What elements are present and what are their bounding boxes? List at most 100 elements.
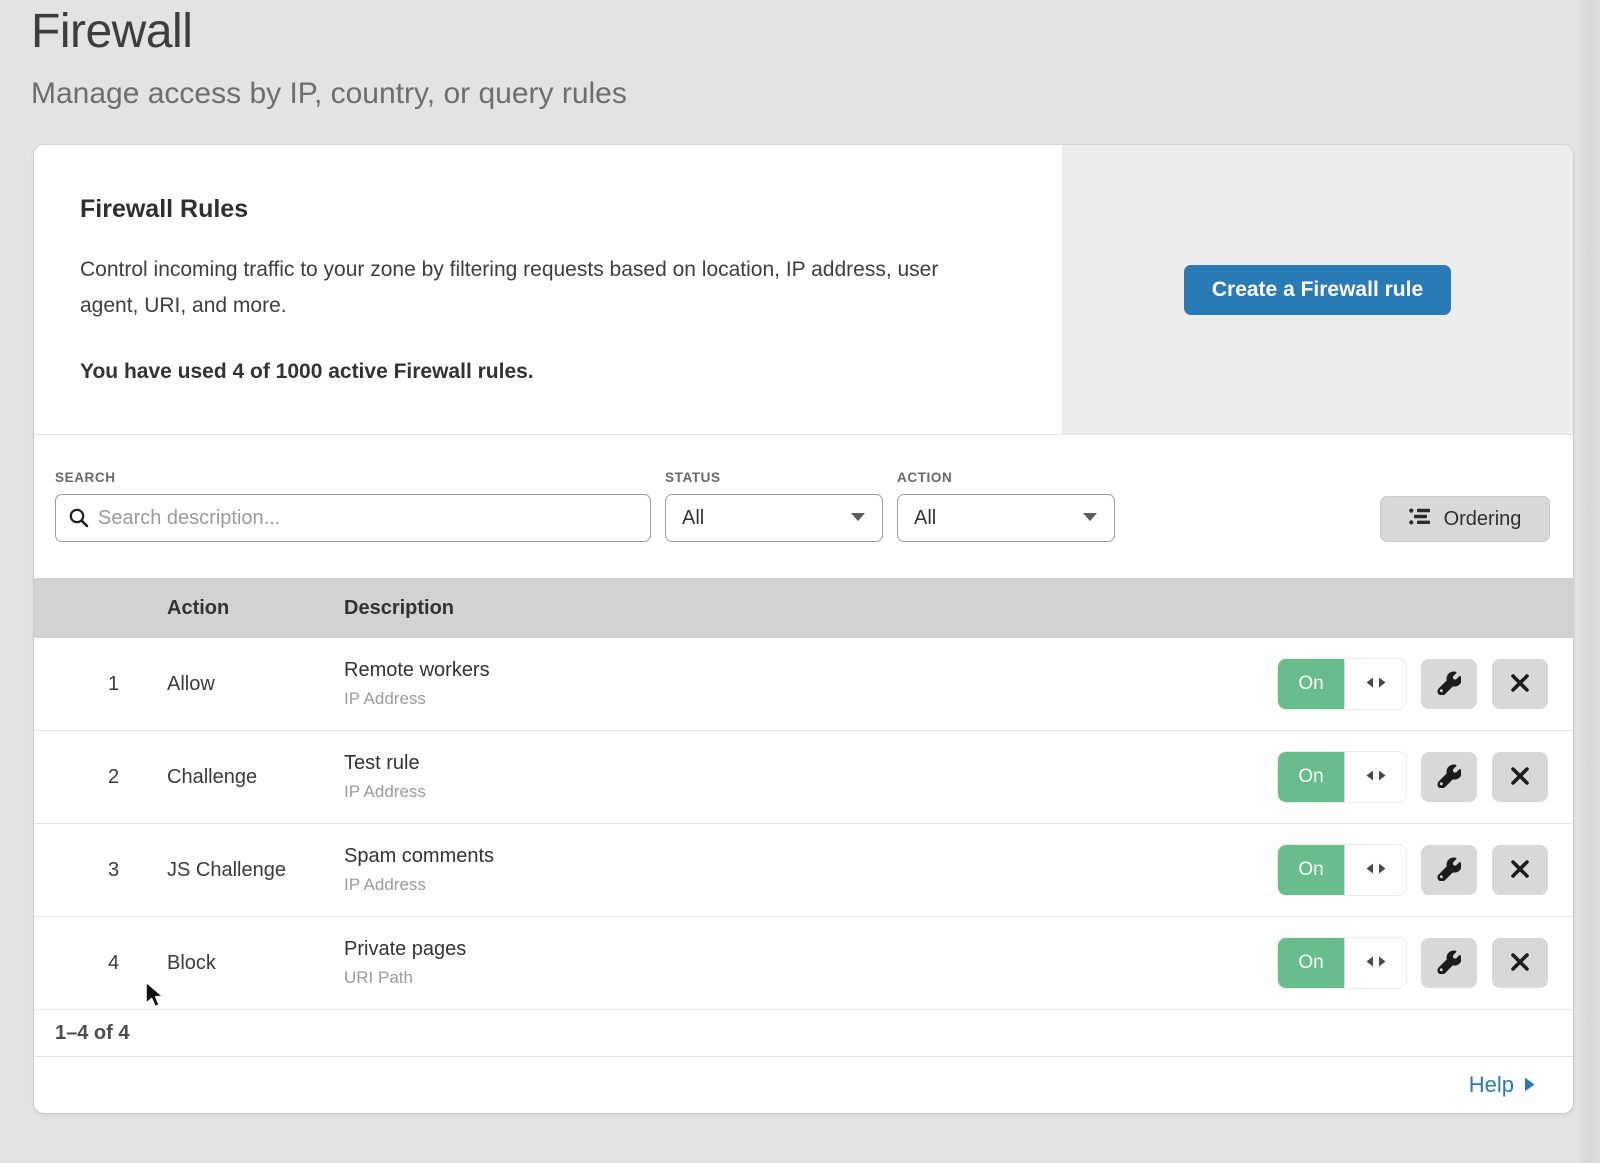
rule-description-title: Private pages [344,938,1278,961]
edit-rule-button[interactable] [1421,938,1477,988]
table-row: 3 JS Challenge Spam comments IP Address … [34,824,1573,917]
ordering-button-label: Ordering [1444,508,1522,531]
rule-description-title: Test rule [344,752,1278,775]
toggle-handle[interactable] [1344,752,1406,802]
rule-description: Spam comments IP Address [344,845,1278,895]
column-description: Description [344,597,1573,620]
chevron-down-icon [1082,509,1098,527]
action-group: ACTION All [897,470,1115,542]
toggle-on-label[interactable]: On [1278,938,1344,988]
toggle-handle[interactable] [1344,938,1406,988]
create-firewall-rule-button[interactable]: Create a Firewall rule [1184,265,1451,315]
action-selected-value: All [914,507,936,530]
chevron-down-icon [850,509,866,527]
rule-controls: On [1278,938,1573,988]
wrench-icon [1437,671,1461,698]
rule-action: JS Challenge [167,859,344,882]
page-subtitle: Manage access by IP, country, or query r… [31,77,1600,111]
edit-rule-button[interactable] [1421,659,1477,709]
ordering-button[interactable]: Ordering [1380,496,1550,542]
rule-match-type: IP Address [344,689,1278,709]
hero-description: Control incoming traffic to your zone by… [80,252,1002,324]
rule-match-type: IP Address [344,875,1278,895]
chevron-right-icon [1524,1072,1535,1098]
search-input[interactable] [55,494,651,542]
rule-priority: 3 [34,859,167,882]
left-right-arrows-icon [1366,675,1386,693]
rule-description: Private pages URI Path [344,938,1278,988]
toggle-on-label[interactable]: On [1278,845,1344,895]
hero-text-block: Firewall Rules Control incoming traffic … [34,145,1062,434]
help-link[interactable]: Help [1469,1072,1535,1098]
rule-description: Remote workers IP Address [344,659,1278,709]
search-group: SEARCH [55,470,651,542]
rule-enabled-toggle[interactable]: On [1278,938,1406,988]
rule-description-title: Remote workers [344,659,1278,682]
wrench-icon [1437,764,1461,791]
action-select[interactable]: All [897,494,1115,542]
delete-rule-button[interactable] [1492,659,1548,709]
rule-controls: On [1278,752,1573,802]
card-footer: Help [34,1056,1573,1113]
rule-priority: 1 [34,673,167,696]
wrench-icon [1437,857,1461,884]
delete-rule-button[interactable] [1492,845,1548,895]
status-selected-value: All [682,507,704,530]
close-icon [1509,765,1531,790]
delete-rule-button[interactable] [1492,938,1548,988]
table-row: 1 Allow Remote workers IP Address On [34,638,1573,731]
column-action: Action [167,597,344,620]
rule-description: Test rule IP Address [344,752,1278,802]
search-field-wrap [55,494,651,542]
filter-bar: SEARCH STATUS All ACTION All [34,435,1573,578]
rule-action: Allow [167,673,344,696]
toggle-handle[interactable] [1344,659,1406,709]
rule-priority: 4 [34,952,167,975]
left-right-arrows-icon [1366,861,1386,879]
action-label: ACTION [897,470,1115,485]
status-label: STATUS [665,470,883,485]
usage-summary: You have used 4 of 1000 active Firewall … [80,360,1002,384]
status-group: STATUS All [665,470,883,542]
page-header: Firewall Manage access by IP, country, o… [0,0,1600,111]
pagination-row: 1–4 of 4 [34,1010,1573,1056]
rule-priority: 2 [34,766,167,789]
toggle-on-label[interactable]: On [1278,752,1344,802]
table-row: 2 Challenge Test rule IP Address On [34,731,1573,824]
firewall-rules-card: Firewall Rules Control incoming traffic … [34,145,1573,1113]
rule-controls: On [1278,845,1573,895]
rule-controls: On [1278,659,1573,709]
rule-enabled-toggle[interactable]: On [1278,845,1406,895]
rule-match-type: URI Path [344,968,1278,988]
search-label: SEARCH [55,470,651,485]
rule-action: Block [167,952,344,975]
wrench-icon [1437,950,1461,977]
table-row: 4 Block Private pages URI Path On [34,917,1573,1010]
pagination-summary: 1–4 of 4 [55,1022,129,1045]
rule-description-title: Spam comments [344,845,1278,868]
close-icon [1509,672,1531,697]
toggle-on-label[interactable]: On [1278,659,1344,709]
left-right-arrows-icon [1366,768,1386,786]
window-edge [1576,0,1600,1163]
hero-section: Firewall Rules Control incoming traffic … [34,145,1573,435]
table-header: Action Description [34,578,1573,638]
rule-match-type: IP Address [344,782,1278,802]
help-link-label: Help [1469,1072,1514,1098]
page-title: Firewall [31,4,1600,59]
rule-action: Challenge [167,766,344,789]
close-icon [1509,951,1531,976]
toggle-handle[interactable] [1344,845,1406,895]
hero-title: Firewall Rules [80,195,1002,224]
list-icon [1409,508,1432,531]
status-select[interactable]: All [665,494,883,542]
edit-rule-button[interactable] [1421,752,1477,802]
close-icon [1509,858,1531,883]
hero-action-panel: Create a Firewall rule [1062,145,1573,434]
left-right-arrows-icon [1366,954,1386,972]
search-icon [68,507,90,534]
edit-rule-button[interactable] [1421,845,1477,895]
rule-enabled-toggle[interactable]: On [1278,752,1406,802]
rule-enabled-toggle[interactable]: On [1278,659,1406,709]
delete-rule-button[interactable] [1492,752,1548,802]
